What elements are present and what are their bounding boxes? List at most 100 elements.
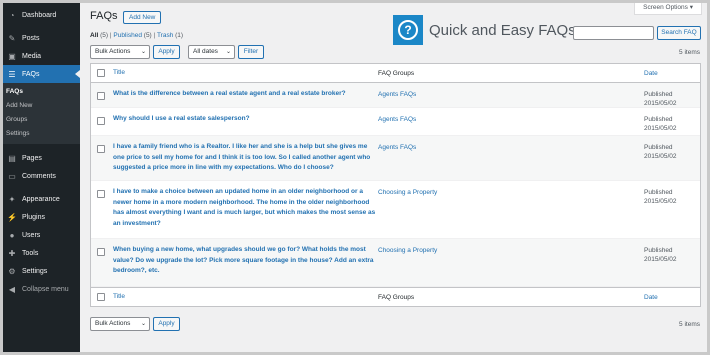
- column-title-footer[interactable]: Title: [111, 292, 378, 303]
- filter-trash[interactable]: Trash: [157, 32, 173, 39]
- row-checkbox[interactable]: [97, 92, 105, 100]
- faq-title-link[interactable]: When buying a new home, what upgrades sh…: [111, 239, 378, 286]
- menu-dashboard[interactable]: ◔ Dashboard: [0, 6, 80, 24]
- bulk-actions-select-top[interactable]: Bulk Actions ⌄: [90, 45, 150, 59]
- appearance-icon: ✦: [8, 194, 16, 204]
- caret-down-icon: ▾: [689, 4, 693, 11]
- bulk-actions-value: Bulk Actions: [95, 320, 131, 327]
- plugin-logo: ? Quick and Easy FAQs: [393, 15, 576, 45]
- menu-plugins[interactable]: ⚡ Plugins: [0, 208, 80, 226]
- filter-all[interactable]: All: [90, 32, 98, 39]
- faq-group-link[interactable]: Choosing a Property: [378, 181, 644, 238]
- search-input[interactable]: [573, 26, 654, 40]
- faq-date-value: 2015/05/02: [644, 100, 677, 107]
- apply-button-bottom[interactable]: Apply: [153, 317, 180, 331]
- menu-faqs[interactable]: ☰ FAQs: [0, 65, 80, 83]
- menu-posts[interactable]: ✎ Posts: [0, 29, 80, 47]
- items-count-bottom: 5 items: [679, 321, 700, 328]
- faq-date-value: 2015/05/02: [644, 198, 677, 205]
- add-new-button[interactable]: Add New: [123, 11, 162, 24]
- menu-media-label: Media: [22, 52, 42, 60]
- search-faq-button[interactable]: Search FAQ: [657, 26, 701, 40]
- pages-icon: ▤: [8, 153, 16, 163]
- admin-sidebar: ◔ Dashboard ✎ Posts ▣ Media ☰ FAQs FAQs Add …: [0, 0, 80, 355]
- filter-published-count: (5): [143, 32, 152, 39]
- faq-date: Published 2015/05/02: [644, 239, 700, 286]
- menu-tools-label: Tools: [22, 249, 39, 257]
- row-checkbox[interactable]: [97, 117, 105, 125]
- row-checkbox[interactable]: [97, 248, 105, 256]
- column-date-footer[interactable]: Date: [644, 293, 700, 302]
- column-title[interactable]: Title: [111, 68, 378, 79]
- faq-table: Title FAQ Groups Date What is the differ…: [90, 63, 701, 307]
- menu-tools[interactable]: ✚ Tools: [0, 244, 80, 262]
- menu-settings[interactable]: ⚙ Settings: [0, 262, 80, 280]
- menu-comments[interactable]: ▭ Comments: [0, 167, 80, 185]
- submenu-faqs[interactable]: FAQs: [0, 85, 80, 99]
- faq-status: Published: [644, 144, 673, 151]
- submenu-add-new[interactable]: Add New: [0, 99, 80, 113]
- faq-date: Published 2015/05/02: [644, 136, 700, 180]
- faq-group-link[interactable]: Agents FAQs: [378, 136, 644, 180]
- users-icon: ●: [9, 230, 15, 240]
- dashboard-icon: ◔: [9, 10, 15, 20]
- table-row: I have a family friend who is a Realtor.…: [91, 136, 700, 181]
- tools-icon: ✚: [8, 248, 16, 258]
- menu-pages[interactable]: ▤ Pages: [0, 149, 80, 167]
- faq-title-link[interactable]: I have a family friend who is a Realtor.…: [111, 136, 378, 180]
- faq-date: Published 2015/05/02: [644, 108, 700, 135]
- screen-options-button[interactable]: Screen Options ▾: [634, 2, 702, 15]
- table-header: Title FAQ Groups Date: [91, 64, 700, 83]
- filter-button[interactable]: Filter: [238, 45, 264, 59]
- collapse-icon: ◀: [8, 284, 16, 294]
- menu-media[interactable]: ▣ Media: [0, 47, 80, 65]
- submenu-settings[interactable]: Settings: [0, 127, 80, 141]
- apply-button-top[interactable]: Apply: [153, 45, 180, 59]
- faq-date-value: 2015/05/02: [644, 153, 677, 160]
- faq-status: Published: [644, 91, 673, 98]
- chevron-down-icon: ⌄: [140, 321, 146, 327]
- submenu-groups[interactable]: Groups: [0, 113, 80, 127]
- media-icon: ▣: [8, 51, 16, 61]
- column-date[interactable]: Date: [644, 69, 700, 78]
- faq-date: Published 2015/05/02: [644, 181, 700, 238]
- faq-title-link[interactable]: What is the difference between a real es…: [111, 83, 378, 107]
- faq-title-link[interactable]: Why should I use a real estate salespers…: [111, 108, 378, 135]
- menu-users[interactable]: ● Users: [0, 226, 80, 244]
- row-checkbox[interactable]: [97, 190, 105, 198]
- bulk-actions-select-bottom[interactable]: Bulk Actions ⌄: [90, 317, 150, 331]
- faqs-submenu: FAQs Add New Groups Settings: [0, 83, 80, 144]
- comments-icon: ▭: [8, 171, 16, 181]
- column-faq-groups: FAQ Groups: [378, 69, 415, 77]
- items-count-top: 5 items: [679, 49, 700, 56]
- menu-users-label: Users: [22, 231, 41, 239]
- table-row: Why should I use a real estate salespers…: [91, 108, 700, 136]
- faq-group-link[interactable]: Agents FAQs: [378, 108, 644, 135]
- menu-faqs-label: FAQs: [22, 70, 40, 78]
- row-checkbox[interactable]: [97, 145, 105, 153]
- faq-group-link[interactable]: Choosing a Property: [378, 239, 644, 286]
- filter-published[interactable]: Published: [113, 32, 142, 39]
- faq-group-link[interactable]: Agents FAQs: [378, 83, 644, 107]
- menu-collapse[interactable]: ◀ Collapse menu: [0, 280, 80, 298]
- plugins-icon: ⚡: [7, 212, 17, 222]
- table-row: What is the difference between a real es…: [91, 83, 700, 108]
- column-faq-groups-footer: FAQ Groups: [378, 293, 415, 301]
- menu-appearance[interactable]: ✦ Appearance: [0, 190, 80, 208]
- filter-all-count: (5): [100, 32, 109, 39]
- faq-status: Published: [644, 189, 673, 196]
- faq-date-value: 2015/05/02: [644, 256, 677, 263]
- chevron-down-icon: ⌄: [225, 49, 231, 55]
- filter-trash-count: (1): [175, 32, 184, 39]
- filter-separator: |: [153, 32, 156, 39]
- faq-status: Published: [644, 116, 673, 123]
- dates-select[interactable]: All dates ⌄: [188, 45, 235, 59]
- select-all-checkbox[interactable]: [97, 69, 105, 77]
- menu-appearance-label: Appearance: [22, 195, 60, 203]
- faq-title-link[interactable]: I have to make a choice between an updat…: [111, 181, 378, 238]
- select-all-checkbox-bottom[interactable]: [97, 293, 105, 301]
- table-footer: Title FAQ Groups Date: [91, 287, 700, 306]
- chevron-down-icon: ⌄: [140, 49, 146, 55]
- logo-mark: ?: [398, 20, 418, 40]
- menu-posts-label: Posts: [22, 34, 40, 42]
